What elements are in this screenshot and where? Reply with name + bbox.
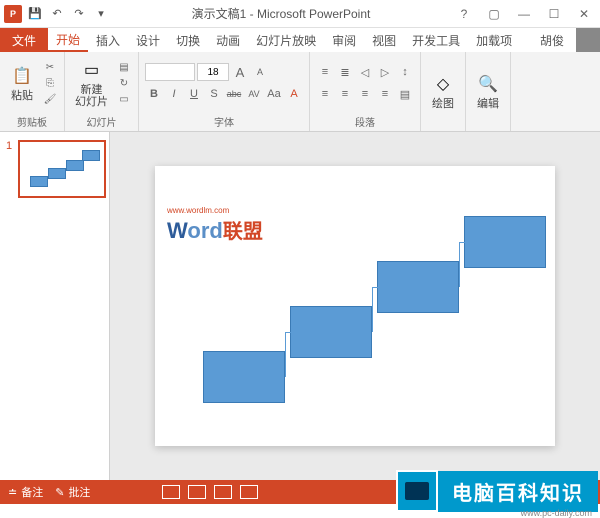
tab-account[interactable]: 胡俊 [532, 28, 572, 52]
app-icon: P [4, 5, 22, 23]
close-icon[interactable]: ✕ [572, 4, 596, 24]
tab-review[interactable]: 审阅 [324, 28, 364, 52]
help-icon[interactable]: ? [452, 4, 476, 24]
notes-button[interactable]: ≐ 备注 [8, 484, 43, 500]
banner-text: 电脑百科知识 [438, 471, 598, 512]
save-icon[interactable]: 💾 [26, 5, 44, 23]
shapes-icon: ◇ [431, 72, 455, 96]
undo-icon[interactable]: ↶ [48, 5, 66, 23]
smartart-connector [459, 242, 465, 287]
paste-label: 粘贴 [11, 90, 33, 102]
tab-slideshow[interactable]: 幻灯片放映 [248, 28, 324, 52]
spacing-button[interactable]: AV [245, 85, 263, 103]
numbering-icon[interactable]: ≣ [336, 63, 354, 81]
tab-file[interactable]: 文件 [0, 28, 48, 52]
line-spacing-icon[interactable]: ↕ [396, 63, 414, 81]
smartart-shape[interactable] [464, 216, 546, 268]
editing-label: 编辑 [477, 98, 499, 110]
underline-button[interactable]: U [185, 85, 203, 103]
copy-icon[interactable]: ⎘ [42, 76, 58, 90]
tab-developer[interactable]: 开发工具 [404, 28, 468, 52]
smartart-shape[interactable] [377, 261, 459, 313]
paragraph-group-label: 段落 [316, 112, 414, 129]
maximize-icon[interactable]: ☐ [542, 4, 566, 24]
bullets-icon[interactable]: ≡ [316, 63, 334, 81]
banner-url: www.pc-daily.com [521, 508, 592, 518]
editing-button[interactable]: 🔍 编辑 [472, 70, 504, 112]
tab-animations[interactable]: 动画 [208, 28, 248, 52]
window-title: 演示文稿1 - Microsoft PowerPoint [110, 5, 452, 22]
smartart-connector [372, 287, 378, 332]
smartart-shape[interactable] [290, 306, 372, 358]
tab-view[interactable]: 视图 [364, 28, 404, 52]
slides-group-label: 幻灯片 [71, 112, 132, 129]
slide-thumbnail[interactable]: 1 [8, 140, 101, 198]
indent-right-icon[interactable]: ▷ [376, 63, 394, 81]
tab-insert[interactable]: 插入 [88, 28, 128, 52]
align-center-icon[interactable]: ≡ [336, 85, 354, 103]
section-icon[interactable]: ▭ [116, 92, 132, 106]
reset-icon[interactable]: ↻ [116, 76, 132, 90]
qat-dropdown-icon[interactable]: ▾ [92, 5, 110, 23]
font-group-label: 字体 [145, 112, 303, 129]
find-icon: 🔍 [476, 72, 500, 96]
bold-button[interactable]: B [145, 85, 163, 103]
new-slide-button[interactable]: ▭ 新建 幻灯片 [71, 56, 112, 110]
paste-button[interactable]: 📋 粘贴 [6, 62, 38, 104]
banner-logo-icon [396, 470, 438, 512]
slideshow-view-icon[interactable] [240, 485, 258, 499]
site-banner: 电脑百科知识 [396, 470, 598, 512]
shadow-button[interactable]: S [205, 85, 223, 103]
font-family-select[interactable] [145, 63, 195, 81]
new-slide-label: 新建 幻灯片 [75, 84, 108, 108]
slide-canvas[interactable]: www.wordlm.com Word联盟 [155, 166, 555, 446]
tab-home[interactable]: 开始 [48, 28, 88, 52]
tab-addins[interactable]: 加载项 [468, 28, 520, 52]
tab-transitions[interactable]: 切换 [168, 28, 208, 52]
grow-font-icon[interactable]: A [231, 63, 249, 81]
indent-left-icon[interactable]: ◁ [356, 63, 374, 81]
clipboard-group-label: 剪贴板 [6, 112, 58, 129]
align-right-icon[interactable]: ≡ [356, 85, 374, 103]
font-color-icon[interactable]: A [285, 85, 303, 103]
justify-icon[interactable]: ≡ [376, 85, 394, 103]
strike-button[interactable]: abc [225, 85, 243, 103]
slide-thumbnails-panel: 1 [0, 132, 110, 480]
comments-icon: ✎ [55, 486, 64, 499]
sorter-view-icon[interactable] [188, 485, 206, 499]
user-avatar[interactable] [576, 28, 600, 52]
font-size-select[interactable] [197, 63, 229, 81]
watermark: www.wordlm.com Word联盟 [167, 206, 263, 244]
comments-button[interactable]: ✎ 批注 [55, 484, 90, 500]
normal-view-icon[interactable] [162, 485, 180, 499]
reading-view-icon[interactable] [214, 485, 232, 499]
clipboard-icon: 📋 [10, 64, 34, 88]
tab-design[interactable]: 设计 [128, 28, 168, 52]
drawing-label: 绘图 [432, 98, 454, 110]
case-button[interactable]: Aa [265, 85, 283, 103]
columns-icon[interactable]: ▤ [396, 85, 414, 103]
slide-editor[interactable]: www.wordlm.com Word联盟 [110, 132, 600, 480]
align-left-icon[interactable]: ≡ [316, 85, 334, 103]
drawing-button[interactable]: ◇ 绘图 [427, 70, 459, 112]
italic-button[interactable]: I [165, 85, 183, 103]
ribbon-options-icon[interactable]: ▢ [482, 4, 506, 24]
watermark-url: www.wordlm.com [167, 206, 263, 215]
minimize-icon[interactable]: — [512, 4, 536, 24]
cut-icon[interactable]: ✂ [42, 60, 58, 74]
thumbnail-number: 1 [6, 140, 12, 152]
smartart-shape[interactable] [203, 351, 285, 403]
shrink-font-icon[interactable]: A [251, 63, 269, 81]
smartart-connector [285, 332, 291, 377]
new-slide-icon: ▭ [80, 58, 104, 82]
redo-icon[interactable]: ↷ [70, 5, 88, 23]
layout-icon[interactable]: ▤ [116, 60, 132, 74]
format-painter-icon[interactable]: 🖌 [42, 92, 58, 106]
notes-icon: ≐ [8, 486, 17, 499]
